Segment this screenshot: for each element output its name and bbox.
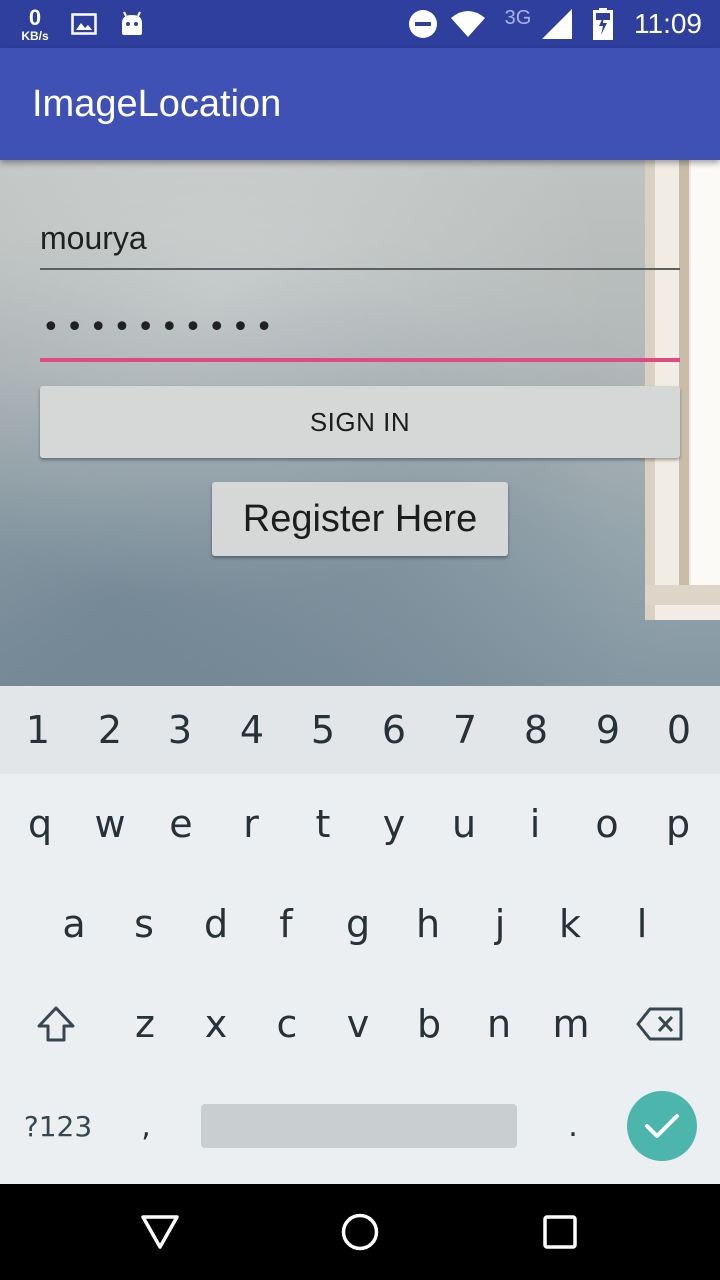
key-v[interactable]: v: [322, 974, 394, 1074]
key-f[interactable]: f: [250, 874, 322, 974]
symbols-key[interactable]: ?123: [14, 1076, 102, 1176]
key-y[interactable]: y: [358, 774, 430, 874]
app-bar: ImageLocation: [0, 48, 720, 160]
key-q[interactable]: q: [4, 774, 76, 874]
password-value: ••••••••••: [42, 310, 279, 345]
network-speed-value: 0: [28, 4, 42, 30]
key-9[interactable]: 9: [572, 686, 644, 774]
android-icon: [118, 0, 146, 48]
sign-in-button[interactable]: SIGN IN: [40, 386, 680, 458]
comma-key[interactable]: ,: [110, 1076, 182, 1176]
shift-key[interactable]: [20, 974, 92, 1074]
login-screen: mourya •••••••••• SIGN IN Register Here: [0, 160, 720, 686]
key-3[interactable]: 3: [144, 686, 216, 774]
key-e[interactable]: e: [145, 774, 217, 874]
network-type-label: 3G: [504, 6, 532, 29]
key-6[interactable]: 6: [358, 686, 430, 774]
username-field[interactable]: mourya: [40, 216, 680, 270]
network-speed-unit: KB/s: [21, 28, 49, 43]
key-1[interactable]: 1: [2, 686, 74, 774]
key-s[interactable]: s: [108, 874, 180, 974]
register-button[interactable]: Register Here: [212, 482, 508, 556]
key-m[interactable]: m: [535, 974, 607, 1074]
clock: 11:09: [634, 8, 702, 39]
key-2[interactable]: 2: [74, 686, 146, 774]
key-a[interactable]: a: [38, 874, 110, 974]
key-u[interactable]: u: [428, 774, 500, 874]
recents-icon: [543, 1215, 577, 1249]
key-4[interactable]: 4: [216, 686, 288, 774]
key-i[interactable]: i: [499, 774, 571, 874]
battery-charging-icon: [590, 0, 616, 48]
back-icon: [141, 1215, 179, 1249]
key-g[interactable]: g: [322, 874, 394, 974]
home-icon: [341, 1213, 379, 1251]
network-type: 3G: [498, 0, 538, 48]
key-z[interactable]: z: [109, 974, 181, 1074]
period-key[interactable]: .: [537, 1076, 609, 1176]
image-icon: [70, 0, 98, 48]
key-o[interactable]: o: [571, 774, 643, 874]
key-7[interactable]: 7: [429, 686, 501, 774]
wifi-icon: [448, 0, 488, 48]
signal-icon: [538, 0, 576, 48]
key-b[interactable]: b: [393, 974, 465, 1074]
key-x[interactable]: x: [180, 974, 252, 1074]
key-t[interactable]: t: [287, 774, 359, 874]
soft-keyboard: 1 2 3 4 5 6 7 8 9 0 q w e r t y u i o p …: [0, 686, 720, 1184]
key-0[interactable]: 0: [643, 686, 715, 774]
shift-icon: [37, 1006, 75, 1042]
network-speed: 0 KB/s: [14, 0, 56, 48]
back-button[interactable]: [100, 1184, 220, 1280]
done-key[interactable]: [627, 1091, 697, 1161]
key-j[interactable]: j: [464, 874, 536, 974]
space-bar[interactable]: [201, 1104, 517, 1148]
home-button[interactable]: [300, 1184, 420, 1280]
keyboard-number-row: 1 2 3 4 5 6 7 8 9 0: [0, 686, 720, 774]
key-d[interactable]: d: [180, 874, 252, 974]
key-c[interactable]: c: [251, 974, 323, 1074]
key-k[interactable]: k: [534, 874, 606, 974]
key-5[interactable]: 5: [287, 686, 359, 774]
key-w[interactable]: w: [74, 774, 146, 874]
key-n[interactable]: n: [463, 974, 535, 1074]
backspace-icon: [636, 1007, 683, 1041]
key-l[interactable]: l: [606, 874, 678, 974]
key-r[interactable]: r: [215, 774, 287, 874]
app-title: ImageLocation: [32, 82, 282, 125]
key-h[interactable]: h: [392, 874, 464, 974]
key-8[interactable]: 8: [500, 686, 572, 774]
password-field[interactable]: ••••••••••: [40, 308, 680, 362]
key-p[interactable]: p: [642, 774, 714, 874]
status-bar: 0 KB/s 3G 11:09: [0, 0, 720, 48]
recents-button[interactable]: [500, 1184, 620, 1280]
navigation-bar: [0, 1184, 720, 1280]
username-value: mourya: [40, 220, 147, 256]
backspace-key[interactable]: [624, 974, 696, 1074]
do-not-disturb-icon: [406, 0, 440, 48]
check-icon: [645, 1114, 679, 1138]
